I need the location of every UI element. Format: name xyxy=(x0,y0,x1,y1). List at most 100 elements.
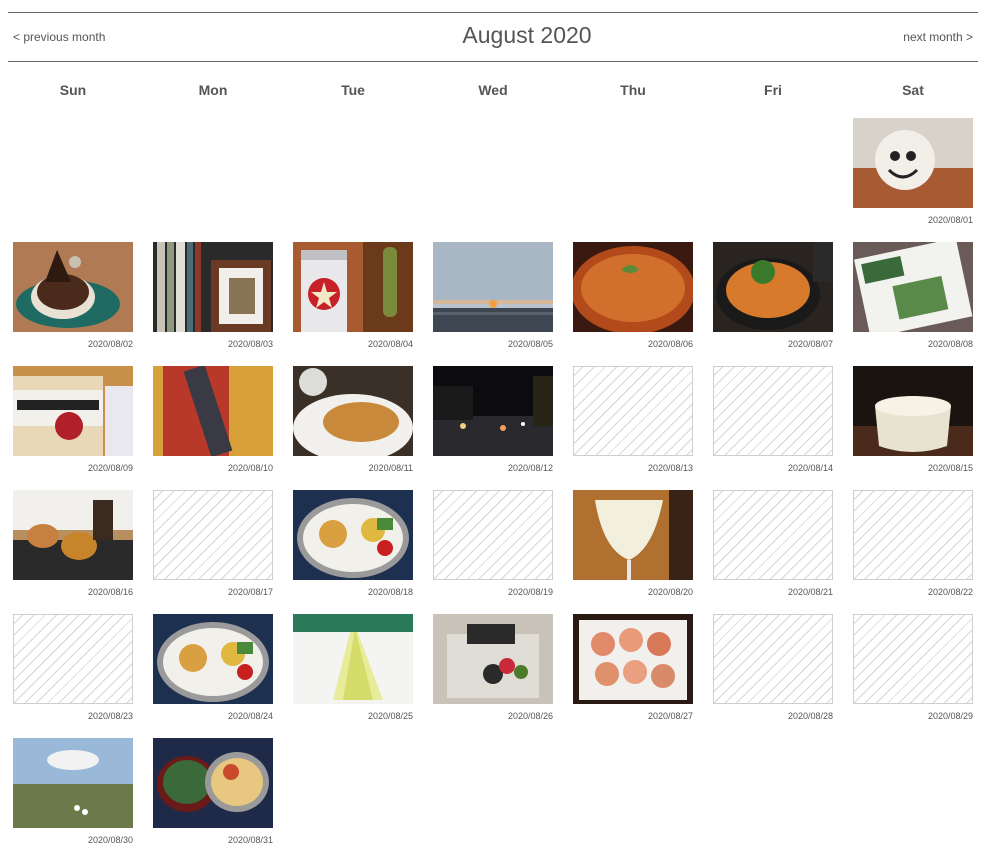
calendar-day-cell: 2020/08/20 xyxy=(573,490,693,608)
day-photo-bento[interactable] xyxy=(293,490,413,580)
day-date-label: 2020/08/13 xyxy=(647,463,693,473)
day-date-label: 2020/08/31 xyxy=(227,835,273,845)
day-date-label: 2020/08/28 xyxy=(787,711,833,721)
day-photo-book[interactable] xyxy=(153,366,273,456)
calendar-day-cell: 2020/08/03 xyxy=(153,242,273,360)
day-photo-curry[interactable] xyxy=(573,242,693,332)
day-date-label: 2020/08/05 xyxy=(507,339,553,349)
calendar-day-cell: 2020/08/31 xyxy=(153,738,273,856)
day-photo-burgers[interactable] xyxy=(13,490,133,580)
calendar-day-cell: 2020/08/22 xyxy=(853,490,973,608)
day-photo-magazine[interactable] xyxy=(853,242,973,332)
day-date-label: 2020/08/04 xyxy=(367,339,413,349)
day-date-label: 2020/08/08 xyxy=(927,339,973,349)
calendar-day-cell: 2020/08/04 xyxy=(293,242,413,360)
day-date-label: 2020/08/16 xyxy=(87,587,133,597)
day-photo-whiskey-glass[interactable] xyxy=(13,366,133,456)
calendar-day-cell: 2020/08/21 xyxy=(713,490,833,608)
day-date-label: 2020/08/11 xyxy=(368,463,413,473)
calendar-day-cell: 2020/08/01 xyxy=(853,118,973,236)
calendar-day-cell: 2020/08/16 xyxy=(13,490,133,608)
day-photo-bento[interactable] xyxy=(153,614,273,704)
day-photo-garden-sky[interactable] xyxy=(13,738,133,828)
empty-day-placeholder xyxy=(153,490,273,580)
header-bottom-rule xyxy=(8,61,978,62)
day-photo-cake-slice[interactable] xyxy=(293,614,413,704)
day-date-label: 2020/08/14 xyxy=(787,463,833,473)
day-photo-plush-toy[interactable] xyxy=(853,118,973,208)
calendar-day-cell: 2020/08/11 xyxy=(293,366,413,484)
day-date-label: 2020/08/27 xyxy=(647,711,693,721)
next-month-link[interactable]: next month > xyxy=(903,30,973,44)
day-date-label: 2020/08/07 xyxy=(787,339,833,349)
calendar-day-cell: 2020/08/18 xyxy=(293,490,413,608)
calendar-day-cell: 2020/08/07 xyxy=(713,242,833,360)
calendar-day-cell: 2020/08/06 xyxy=(573,242,693,360)
empty-day-placeholder xyxy=(13,614,133,704)
calendar-day-cell: 2020/08/15 xyxy=(853,366,973,484)
header-top-rule xyxy=(8,12,978,13)
day-date-label: 2020/08/21 xyxy=(787,587,833,597)
empty-day-placeholder xyxy=(853,614,973,704)
calendar-day-cell: 2020/08/14 xyxy=(713,366,833,484)
day-date-label: 2020/08/03 xyxy=(227,339,273,349)
calendar-day-cell: 2020/08/30 xyxy=(13,738,133,856)
calendar-day-cell: 2020/08/28 xyxy=(713,614,833,732)
day-date-label: 2020/08/09 xyxy=(87,463,133,473)
day-date-label: 2020/08/29 xyxy=(927,711,973,721)
weekday-sun: Sun xyxy=(59,82,87,98)
weekday-tue: Tue xyxy=(341,82,365,98)
month-title: August 2020 xyxy=(462,22,592,48)
day-date-label: 2020/08/01 xyxy=(927,215,973,225)
day-photo-bento-soup[interactable] xyxy=(153,738,273,828)
calendar-day-cell: 2020/08/24 xyxy=(153,614,273,732)
day-photo-cake-box[interactable] xyxy=(433,614,553,704)
day-date-label: 2020/08/23 xyxy=(87,711,133,721)
empty-day-placeholder xyxy=(853,490,973,580)
calendar-day-cell: 2020/08/27 xyxy=(573,614,693,732)
calendar-day-cell: 2020/08/09 xyxy=(13,366,133,484)
day-date-label: 2020/08/30 xyxy=(87,835,133,845)
day-date-label: 2020/08/24 xyxy=(227,711,273,721)
weekday-sat: Sat xyxy=(902,82,924,98)
calendar-day-cell: 2020/08/12 xyxy=(433,366,553,484)
day-photo-bookshelf[interactable] xyxy=(153,242,273,332)
calendar-day-cell: 2020/08/23 xyxy=(13,614,133,732)
day-date-label: 2020/08/10 xyxy=(227,463,273,473)
calendar-day-cell: 2020/08/10 xyxy=(153,366,273,484)
calendar-day-cell: 2020/08/17 xyxy=(153,490,273,608)
day-date-label: 2020/08/22 xyxy=(927,587,973,597)
empty-day-placeholder xyxy=(713,490,833,580)
empty-day-placeholder xyxy=(713,614,833,704)
day-date-label: 2020/08/17 xyxy=(227,587,273,597)
day-date-label: 2020/08/02 xyxy=(87,339,133,349)
empty-day-placeholder xyxy=(433,490,553,580)
day-date-label: 2020/08/20 xyxy=(647,587,693,597)
calendar-day-cell: 2020/08/08 xyxy=(853,242,973,360)
day-photo-fried-cutlet[interactable] xyxy=(293,366,413,456)
calendar-day-cell: 2020/08/05 xyxy=(433,242,553,360)
empty-day-placeholder xyxy=(713,366,833,456)
calendar-day-cell: 2020/08/26 xyxy=(433,614,553,732)
day-date-label: 2020/08/15 xyxy=(927,463,973,473)
day-photo-chocolate-cake[interactable] xyxy=(13,242,133,332)
day-photo-peaches[interactable] xyxy=(573,614,693,704)
day-date-label: 2020/08/19 xyxy=(507,587,553,597)
weekday-wed: Wed xyxy=(478,82,508,98)
day-photo-pudding[interactable] xyxy=(853,366,973,456)
day-date-label: 2020/08/12 xyxy=(507,463,553,473)
weekday-fri: Fri xyxy=(764,82,782,98)
day-photo-wine-glass[interactable] xyxy=(573,490,693,580)
weekday-mon: Mon xyxy=(198,82,228,98)
calendar-day-cell: 2020/08/02 xyxy=(13,242,133,360)
day-date-label: 2020/08/06 xyxy=(647,339,693,349)
day-date-label: 2020/08/18 xyxy=(367,587,413,597)
calendar-day-cell: 2020/08/19 xyxy=(433,490,553,608)
day-photo-soup-bowl[interactable] xyxy=(713,242,833,332)
weekday-thu: Thu xyxy=(620,82,646,98)
day-photo-night-street[interactable] xyxy=(433,366,553,456)
calendar-day-cell: 2020/08/13 xyxy=(573,366,693,484)
day-photo-beer-can[interactable] xyxy=(293,242,413,332)
calendar-day-cell: 2020/08/29 xyxy=(853,614,973,732)
day-photo-sunset[interactable] xyxy=(433,242,553,332)
